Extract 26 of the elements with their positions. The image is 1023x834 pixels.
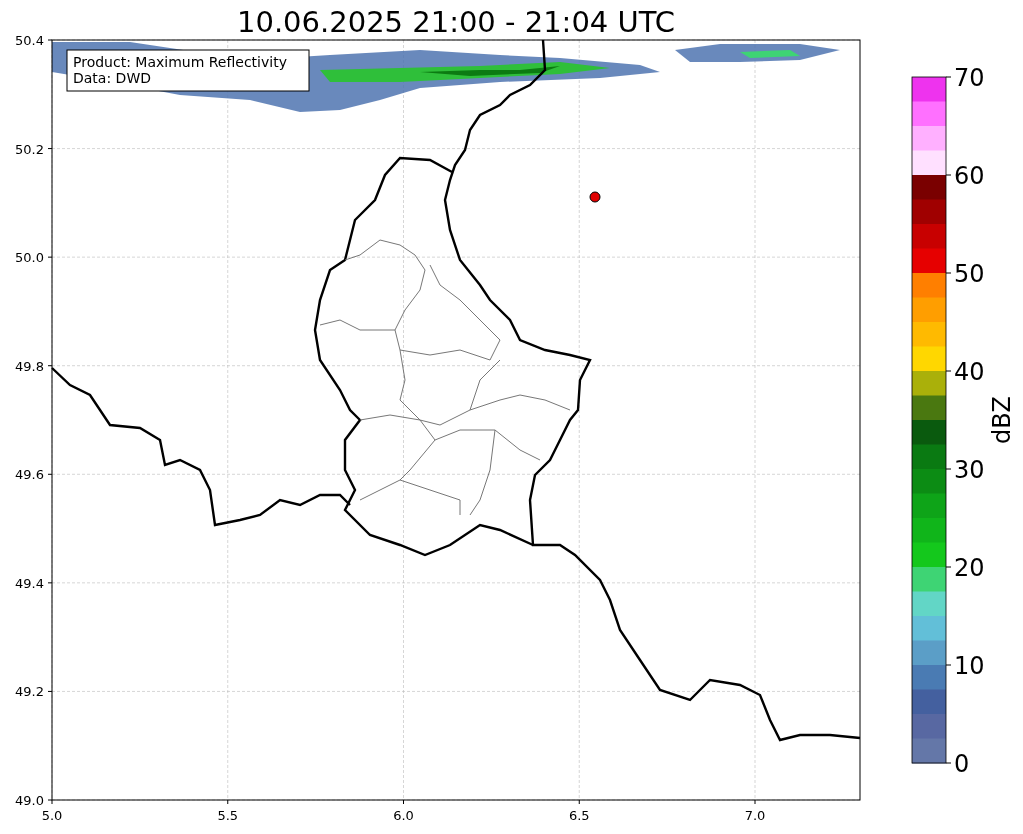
y-tick-label: 49.2 <box>15 684 44 700</box>
colorbar-tick-label: 0 <box>954 750 970 778</box>
colorbar-tick-label: 50 <box>954 260 985 288</box>
x-tick-label: 5.5 <box>217 808 239 823</box>
colorbar-tick-label: 10 <box>954 652 985 680</box>
y-tick-label: 50.0 <box>15 250 44 266</box>
y-tick-label: 49.8 <box>15 358 44 374</box>
y-tick-label: 50.2 <box>15 141 44 157</box>
chart-title: 10.06.2025 21:00 - 21:04 UTC <box>237 5 675 39</box>
y-tick-label: 49.0 <box>15 793 44 808</box>
colorbar-tick-label: 70 <box>954 64 985 92</box>
info-text: Data: DWD <box>73 70 151 86</box>
colorbar-tick-label: 20 <box>954 554 985 582</box>
colorbar-tick-label: 60 <box>954 162 985 190</box>
y-tick-label: 49.6 <box>15 467 44 483</box>
x-tick-label: 5.0 <box>41 808 63 823</box>
colorbar-tick-label: 40 <box>954 358 985 386</box>
y-tick-label: 50.4 <box>15 33 44 48</box>
info-text: Product: Maximum Reflectivity <box>73 54 287 70</box>
location-marker <box>589 191 601 203</box>
colorbar-tick-label: 30 <box>954 456 985 484</box>
x-tick-label: 7.0 <box>744 808 766 823</box>
x-tick-label: 6.5 <box>568 808 590 823</box>
x-tick-label: 6.0 <box>393 808 414 823</box>
colorbar-label: dBZ <box>988 395 1016 445</box>
y-tick-label: 49.4 <box>15 575 44 591</box>
